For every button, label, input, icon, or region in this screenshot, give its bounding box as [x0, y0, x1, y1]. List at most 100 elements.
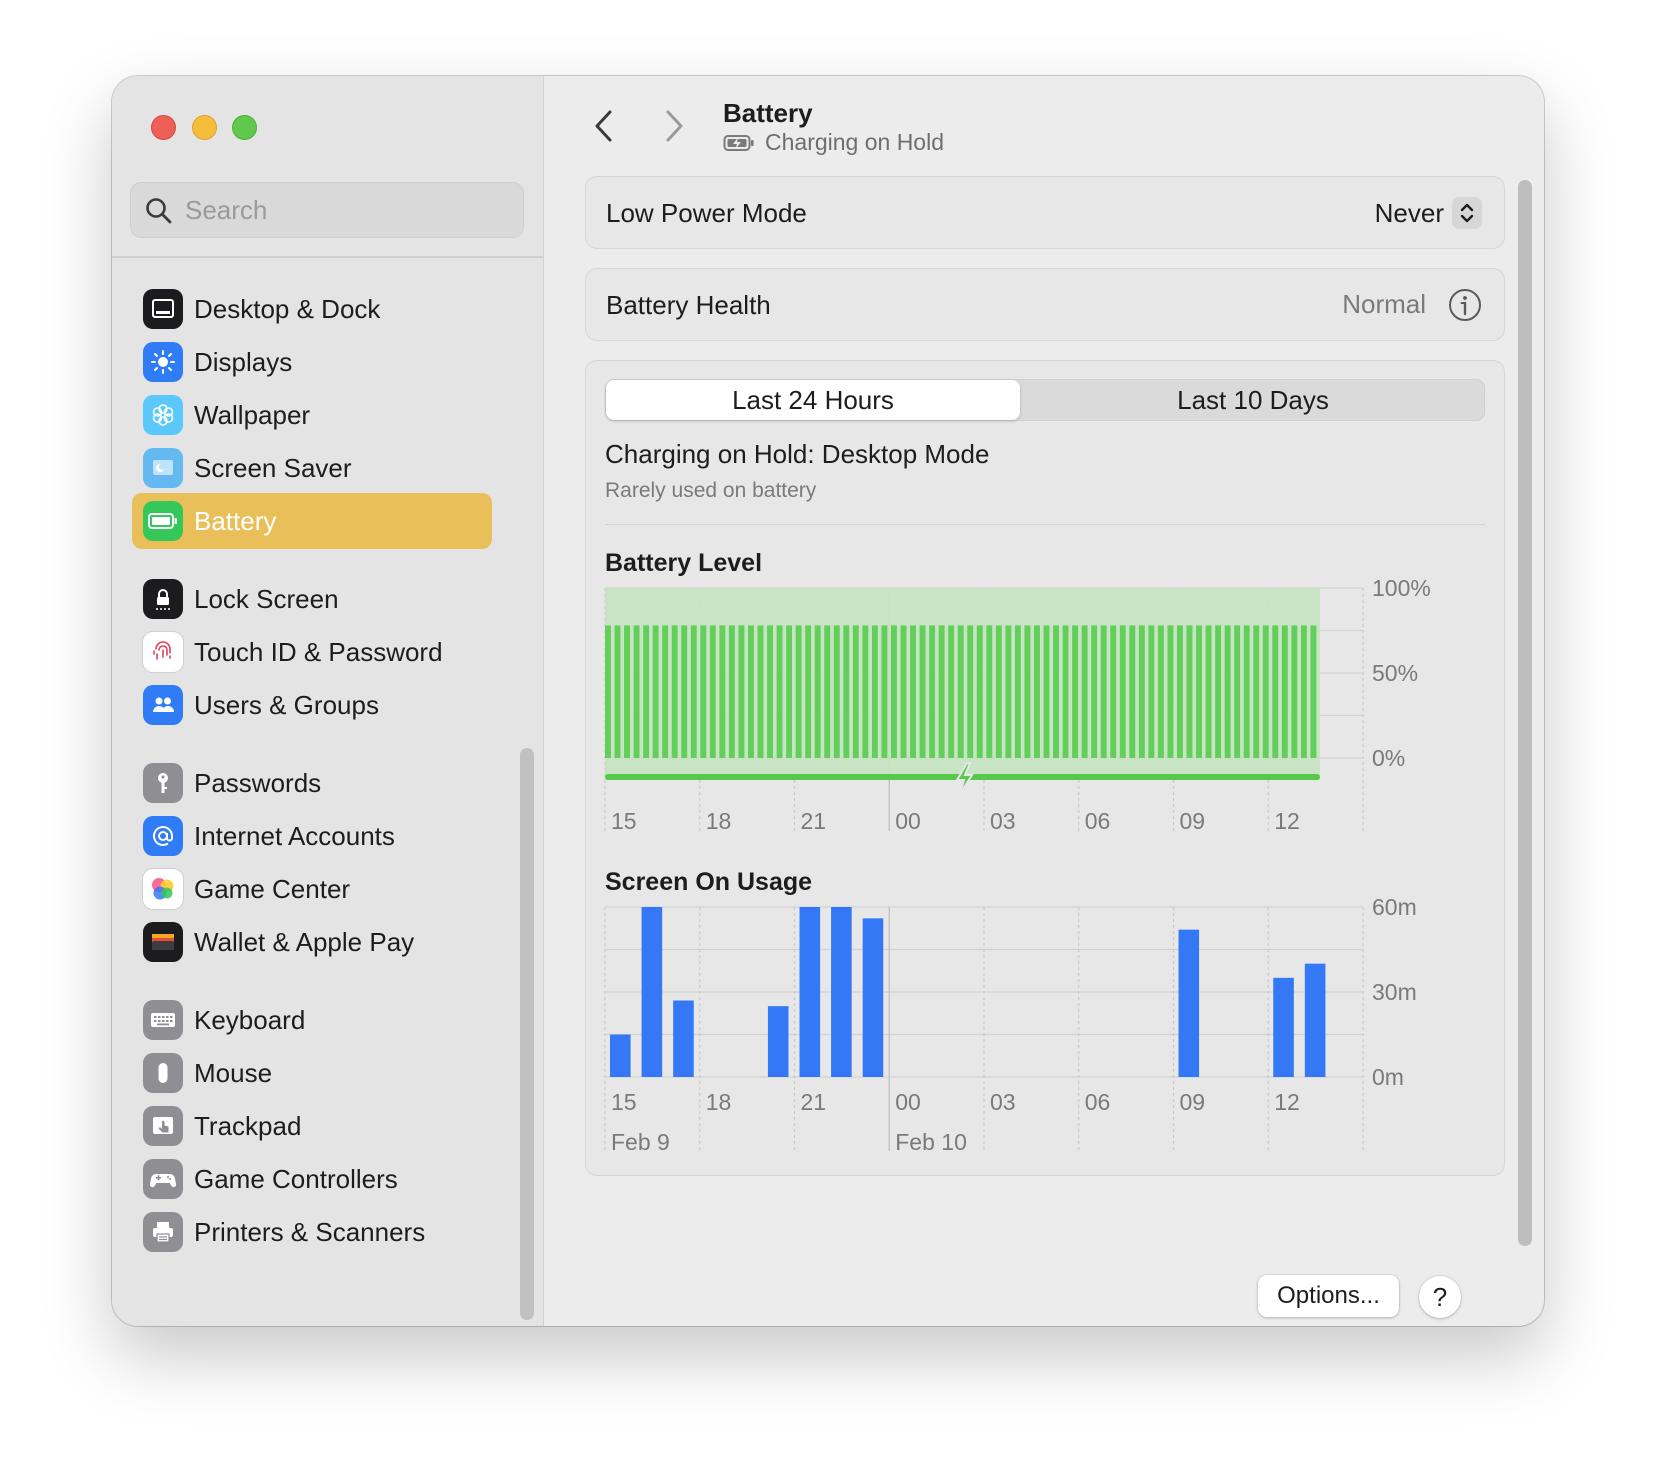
sidebar-item-wallet-apple-pay[interactable]: Wallet & Apple Pay: [132, 914, 492, 970]
battery-level-bar: [1243, 625, 1250, 758]
screen-usage-bar: [767, 1006, 789, 1077]
battery-level-bar: [728, 625, 735, 758]
battery-level-bar: [614, 625, 621, 758]
sidebar-item-displays[interactable]: Displays: [132, 334, 492, 390]
sidebar-item-trackpad[interactable]: Trackpad: [132, 1098, 492, 1154]
sidebar-item-lock-screen[interactable]: Lock Screen: [132, 571, 492, 627]
usage-x-tick-label: 03: [990, 1089, 1016, 1115]
battery-level-bar: [1043, 625, 1050, 758]
battery-level-bar: [871, 625, 878, 758]
sidebar-item-screen-saver[interactable]: Screen Saver: [132, 440, 492, 496]
sidebar-item-label: Printers & Scanners: [194, 1217, 426, 1247]
users-groups-icon: [143, 685, 183, 725]
battery-level-bar: [1062, 625, 1069, 758]
game-center-icon: [143, 869, 183, 909]
sidebar-item-users-groups[interactable]: Users & Groups: [132, 677, 492, 733]
sidebar-item-battery[interactable]: Battery: [132, 493, 492, 549]
low-power-mode-popup[interactable]: Never: [1375, 197, 1482, 229]
battery-x-tick-label: 18: [706, 808, 732, 834]
sidebar-item-keyboard[interactable]: Keyboard: [132, 992, 492, 1048]
usage-y-tick-label: 0m: [1372, 1064, 1404, 1090]
battery-level-bar: [776, 625, 783, 758]
battery-level-bar: [1091, 625, 1098, 758]
low-power-mode-label: Low Power Mode: [606, 198, 807, 228]
search-input[interactable]: [185, 191, 505, 229]
battery-level-bar: [643, 625, 650, 758]
sidebar-item-label: Displays: [194, 347, 293, 377]
sidebar-item-label: Touch ID & Password: [194, 637, 443, 667]
keyboard-icon: [143, 1000, 183, 1040]
screen-saver-icon: [143, 448, 183, 488]
help-button[interactable]: ?: [1419, 1276, 1461, 1318]
sidebar-scrollbar[interactable]: [520, 748, 534, 1320]
key-icon: [143, 763, 183, 803]
battery-level-bar: [748, 625, 754, 758]
system-settings-window: Desktop & Dock Displays Wallpaper Screen Sa…: [112, 76, 1544, 1326]
info-icon[interactable]: [1448, 288, 1482, 322]
battery-level-bar: [824, 625, 831, 758]
battery-level-bar: [624, 625, 630, 758]
battery-level-bar: [881, 625, 888, 758]
wallet-icon: [143, 922, 183, 962]
sidebar-item-printers-scanners[interactable]: Printers & Scanners: [132, 1204, 492, 1260]
sidebar-item-game-controllers[interactable]: Game Controllers: [132, 1151, 492, 1207]
battery-icon: [143, 501, 183, 541]
desktop-dock-icon: [143, 289, 183, 329]
forward-chevron-icon[interactable]: [653, 106, 693, 146]
battery-x-tick-label: 00: [895, 808, 921, 834]
usage-y-tick-label: 60m: [1372, 894, 1417, 920]
battery-level-bar: [976, 625, 983, 758]
battery-level-bar: [1224, 625, 1231, 758]
search-field[interactable]: [130, 182, 524, 238]
screen-usage-bar: [673, 1000, 694, 1077]
sidebar-item-passwords[interactable]: Passwords: [132, 755, 492, 811]
battery-level-bar: [1186, 625, 1193, 758]
screen-usage-bar: [610, 1034, 631, 1077]
charging-status-text: Charging on Hold: [765, 129, 945, 155]
main-scrollbar[interactable]: [1518, 180, 1532, 1246]
battery-level-bar: [1262, 625, 1269, 758]
sidebar-item-wallpaper[interactable]: Wallpaper: [132, 387, 492, 443]
sidebar-item-mouse[interactable]: Mouse: [132, 1045, 492, 1101]
battery-level-bar: [938, 625, 945, 758]
battery-level-bar: [852, 625, 859, 758]
usage-x-tick-label: 09: [1180, 1089, 1206, 1115]
sidebar-item-touch-id-password[interactable]: Touch ID & Password: [132, 624, 492, 680]
battery-x-tick-label: 03: [990, 808, 1016, 834]
usage-x-tick-label: 18: [706, 1089, 732, 1115]
screen-usage-bar: [1178, 929, 1200, 1077]
minimize-window-button[interactable]: [192, 115, 217, 140]
battery-level-bar: [767, 625, 773, 758]
battery-health-value: Normal: [1342, 289, 1426, 319]
battery-level-bar: [1215, 625, 1222, 758]
options-button[interactable]: Options...: [1258, 1275, 1399, 1317]
battery-level-bar: [795, 625, 802, 758]
sidebar-item-label: Battery: [194, 506, 277, 536]
battery-level-bar: [929, 625, 936, 758]
battery-level-bar: [709, 625, 716, 758]
battery-level-bar: [786, 625, 793, 758]
sidebar-item-desktop-dock[interactable]: Desktop & Dock: [132, 281, 492, 337]
battery-level-bar: [1119, 625, 1126, 758]
battery-level-bar: [1110, 625, 1117, 758]
battery-level-bar: [1177, 625, 1183, 758]
battery-level-bar: [1196, 625, 1202, 758]
battery-level-bar: [1157, 625, 1164, 758]
zoom-window-button[interactable]: [232, 115, 257, 140]
battery-level-bar: [633, 625, 640, 758]
back-chevron-icon[interactable]: [585, 106, 625, 146]
page-title: Battery: [723, 98, 813, 128]
low-power-mode-row: Low Power Mode Never: [585, 176, 1505, 249]
battery-level-bar: [833, 625, 840, 758]
battery-level-bar: [1100, 625, 1107, 758]
battery-level-bar: [1272, 625, 1279, 758]
battery-health-row: Battery Health Normal: [585, 268, 1505, 341]
battery-level-bar: [1310, 625, 1317, 758]
close-window-button[interactable]: [151, 115, 176, 140]
sidebar-item-internet-accounts[interactable]: Internet Accounts: [132, 808, 492, 864]
battery-level-bar: [1291, 625, 1298, 758]
battery-level-bar: [891, 625, 897, 758]
sidebar-item-game-center[interactable]: Game Center: [132, 861, 492, 917]
battery-level-bar: [1014, 625, 1021, 758]
game-controller-icon: [143, 1159, 183, 1199]
